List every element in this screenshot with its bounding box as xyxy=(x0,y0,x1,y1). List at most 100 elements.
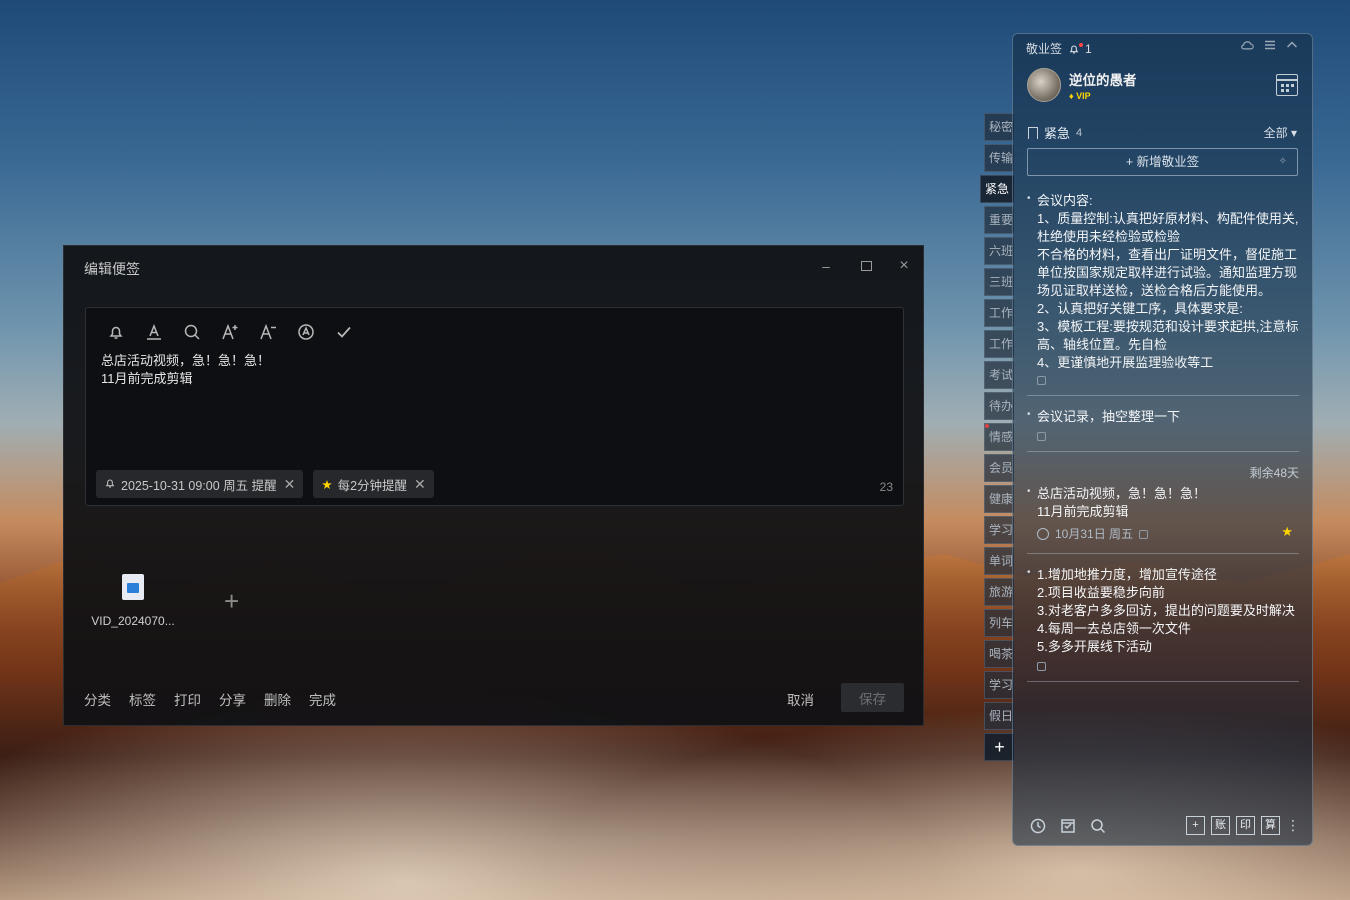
note-list: 会议内容: 1、质量控制:认真把好原材料、构配件使用关,杜绝使用未经检验或检验 … xyxy=(1027,190,1299,694)
sticky-note-panel: 敬业签 1 逆位的愚者 ♦ VIP 紧急 4 全部 ▾ + 新增敬业签 ✧ • … xyxy=(1012,33,1313,846)
note-line: 4.每周一去总店领一次文件 xyxy=(1037,621,1191,636)
filter-dropdown[interactable]: 全部 ▾ xyxy=(1264,124,1297,141)
panel-footer-left xyxy=(1029,817,1107,835)
reminder-date: 10月31日 周五 xyxy=(1055,527,1134,541)
note-edit-area[interactable]: 总店活动视频，急！急！急！ 11月前完成剪辑 2025-10-31 09:00 … xyxy=(85,307,904,506)
font-decrease-icon[interactable] xyxy=(256,320,280,344)
tab-item[interactable]: 秘密 xyxy=(984,113,1014,141)
cloud-sync-icon[interactable] xyxy=(1240,39,1254,54)
tab-item[interactable]: 健康 xyxy=(984,485,1014,513)
star-icon: ★ xyxy=(321,477,333,492)
close-button[interactable]: × xyxy=(894,256,914,276)
menu-done[interactable]: 完成 xyxy=(309,689,336,709)
new-note-label: + 新增敬业签 xyxy=(1125,155,1200,169)
note-line: 11月前完成剪辑 xyxy=(1037,504,1129,519)
tab-item-active[interactable]: 紧急 xyxy=(980,175,1014,203)
divider xyxy=(1027,681,1299,682)
tab-item[interactable]: 学习 xyxy=(984,516,1014,544)
tab-item[interactable]: 列车 xyxy=(984,609,1014,637)
note-line: 4、更谨慎地开展监理验收等工 xyxy=(1037,355,1214,370)
category-tabs: 秘密 传输 紧急 重要 六班 三班 工作 工作 考试 待办 情感 会员 健康 学… xyxy=(980,113,1014,761)
panel-actions xyxy=(1240,39,1298,54)
tab-item[interactable]: 会员 xyxy=(984,454,1014,482)
font-color-icon[interactable] xyxy=(142,320,166,344)
divider xyxy=(1027,395,1299,396)
days-remaining: 剩余48天 xyxy=(1249,466,1299,480)
note-line: 总店活动视频，急！急！急！ xyxy=(101,353,271,368)
bookmark-icon xyxy=(1028,126,1038,139)
menu-print[interactable]: 打印 xyxy=(174,689,201,709)
calculate-button[interactable]: 算 xyxy=(1261,816,1280,835)
attachment-item[interactable]: VID_2024070... xyxy=(88,574,178,628)
reminder-chip[interactable]: 2025-10-31 09:00 周五 提醒 ✕ xyxy=(96,470,304,498)
note-line: 3.对老客户多多回访，提出的问题要及时解决 xyxy=(1037,603,1295,618)
menu-tag[interactable]: 标签 xyxy=(129,689,156,709)
tab-item[interactable]: 单词 xyxy=(984,547,1014,575)
lock-icon xyxy=(1037,662,1046,671)
cancel-button[interactable]: 取消 xyxy=(787,689,814,709)
calendar-icon[interactable] xyxy=(1276,74,1298,96)
star-icon[interactable]: ★ xyxy=(1281,523,1293,541)
clear-format-icon[interactable] xyxy=(294,320,318,344)
tab-item[interactable]: 工作 xyxy=(984,299,1014,327)
print-button[interactable]: 印 xyxy=(1236,816,1255,835)
account-button[interactable]: 账 xyxy=(1211,816,1230,835)
note-line: 1.增加地推力度，增加宣传途径 xyxy=(1037,567,1217,582)
bell-icon[interactable] xyxy=(104,320,128,344)
add-attachment-button[interactable]: + xyxy=(224,586,239,617)
tab-item[interactable]: 重要 xyxy=(984,206,1014,234)
note-line: 2、认真把好关键工序，具体要求是: xyxy=(1037,301,1243,316)
note-line: 不合格的材料，查看出厂证明文件，督促施工单位按国家规定取样进行试验。通知监理方现… xyxy=(1037,247,1298,298)
user-info[interactable]: 逆位的愚者 ♦ VIP xyxy=(1027,68,1137,102)
menu-delete[interactable]: 删除 xyxy=(264,689,291,709)
remove-repeat-icon[interactable]: ✕ xyxy=(414,476,426,493)
vip-label: VIP xyxy=(1076,91,1091,101)
avatar[interactable] xyxy=(1027,68,1061,102)
remove-reminder-icon[interactable]: ✕ xyxy=(284,476,296,493)
bottom-menu: 分类 标签 打印 分享 删除 完成 xyxy=(84,689,336,709)
tab-item[interactable]: 学习 xyxy=(984,671,1014,699)
tab-item[interactable]: 待办 xyxy=(984,392,1014,420)
notification-button[interactable]: 1 xyxy=(1068,42,1092,56)
list-item[interactable]: 总店活动视频，急！急！急！ 11月前完成剪辑 10月31日 周五 ★ xyxy=(1027,483,1299,543)
minimize-button[interactable]: – xyxy=(816,256,836,276)
checklist-icon[interactable] xyxy=(1059,817,1077,835)
save-button[interactable]: 保存 xyxy=(841,683,904,712)
tab-item[interactable]: 旅游 xyxy=(984,578,1014,606)
notification-count: 1 xyxy=(1085,41,1092,56)
menu-icon[interactable] xyxy=(1264,39,1276,54)
note-meta: 10月31日 周五 xyxy=(1037,525,1299,543)
tab-item[interactable]: 喝茶 xyxy=(984,640,1014,668)
unread-dot xyxy=(1079,42,1084,47)
add-button[interactable]: + xyxy=(1186,816,1205,835)
more-icon[interactable]: ⋮ xyxy=(1286,816,1300,835)
add-category-button[interactable]: + xyxy=(984,733,1014,761)
tab-item[interactable]: 假日 xyxy=(984,702,1014,730)
category-count: 4 xyxy=(1076,126,1083,139)
list-item[interactable]: 会议记录，抽空整理一下 xyxy=(1027,406,1299,441)
collapse-icon[interactable] xyxy=(1286,39,1298,54)
new-note-button[interactable]: + 新增敬业签 ✧ xyxy=(1027,148,1298,176)
font-increase-icon[interactable] xyxy=(218,320,242,344)
search-icon[interactable] xyxy=(180,320,204,344)
menu-share[interactable]: 分享 xyxy=(219,689,246,709)
menu-category[interactable]: 分类 xyxy=(84,689,111,709)
tab-item[interactable]: 情感 xyxy=(984,423,1014,451)
note-line: 11月前完成剪辑 xyxy=(101,371,193,386)
panel-footer-right: + 账 印 算 ⋮ xyxy=(1186,816,1300,835)
repeat-chip[interactable]: ★ 每2分钟提醒 ✕ xyxy=(313,470,434,498)
note-line: 5.多多开展线下活动 xyxy=(1037,639,1152,654)
maximize-button[interactable] xyxy=(856,256,876,276)
tab-item[interactable]: 三班 xyxy=(984,268,1014,296)
tab-item[interactable]: 考试 xyxy=(984,361,1014,389)
list-item[interactable]: 会议内容: 1、质量控制:认真把好原材料、构配件使用关,杜绝使用未经检验或检验 … xyxy=(1027,190,1299,385)
lock-icon xyxy=(1037,376,1046,385)
tab-item[interactable]: 六班 xyxy=(984,237,1014,265)
list-item[interactable]: 1.增加地推力度，增加宣传途径 2.项目收益要稳步向前 3.对老客户多多回访，提… xyxy=(1027,564,1299,671)
tab-item[interactable]: 工作 xyxy=(984,330,1014,358)
check-icon[interactable] xyxy=(332,320,356,344)
search-icon[interactable] xyxy=(1089,817,1107,835)
note-content[interactable]: 总店活动视频，急！急！急！ 11月前完成剪辑 xyxy=(101,352,270,388)
clock-icon[interactable] xyxy=(1029,817,1047,835)
tab-item[interactable]: 传输 xyxy=(984,144,1014,172)
